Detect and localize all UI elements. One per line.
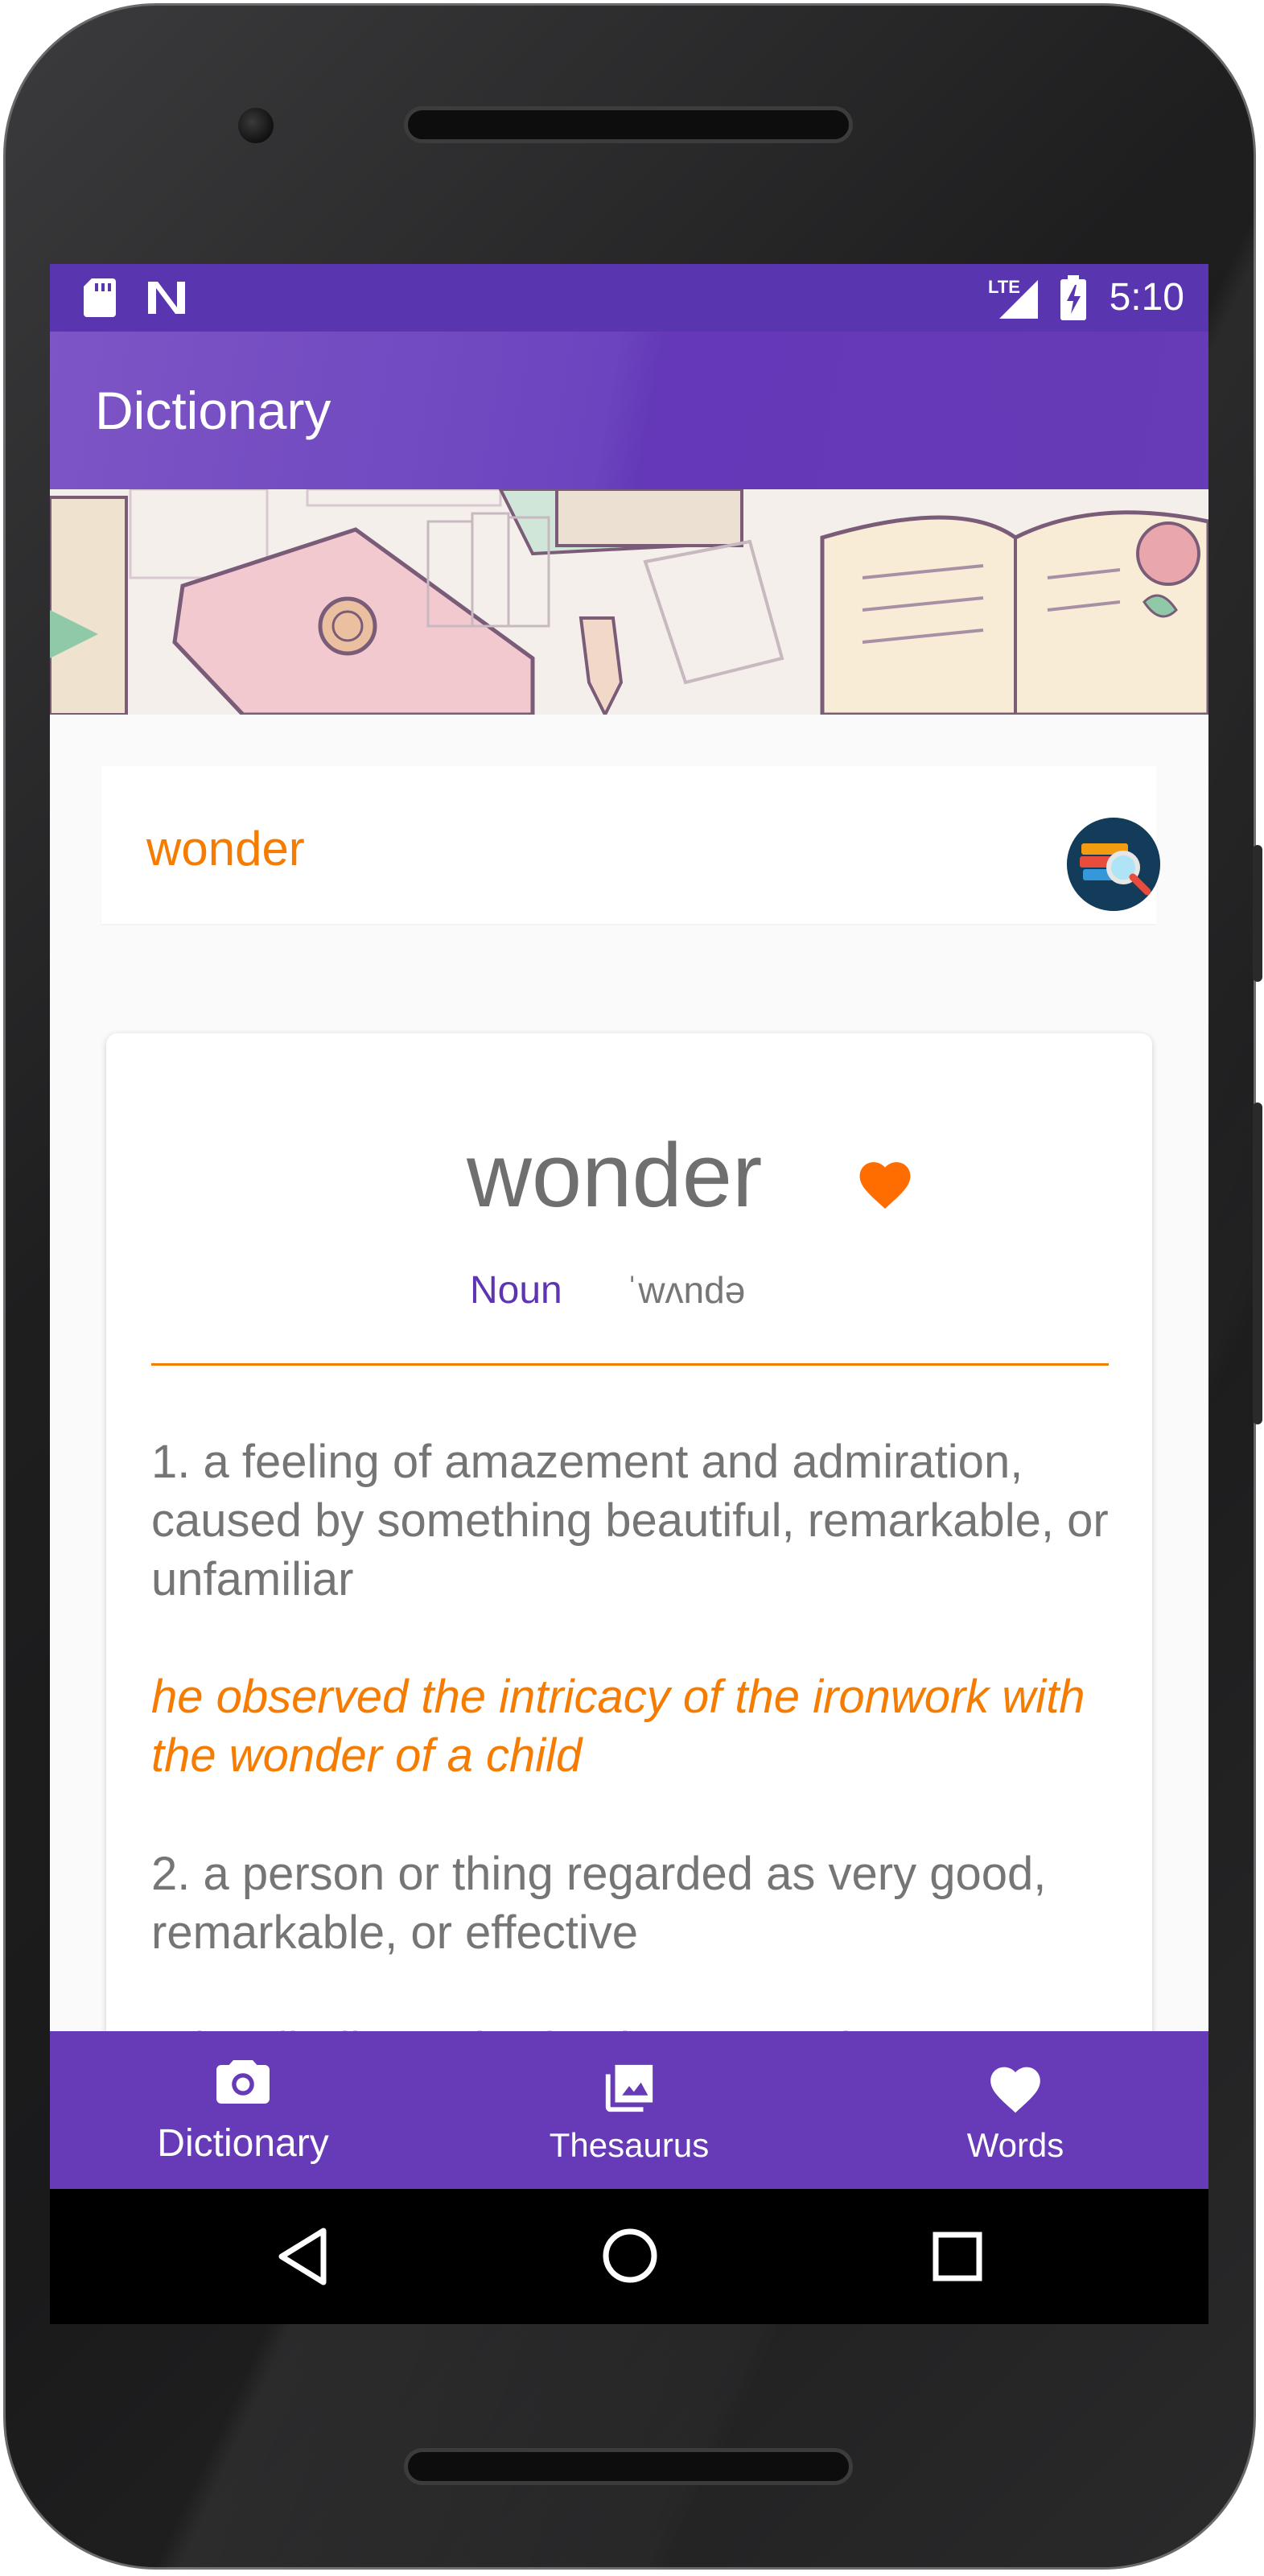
photo-library-icon bbox=[601, 2060, 657, 2121]
definition-example: he observed the intricacy of the ironwor… bbox=[151, 1671, 1085, 1782]
nav-label: Dictionary bbox=[157, 2122, 329, 2165]
recents-icon[interactable] bbox=[932, 2231, 983, 2286]
word-title: wonder bbox=[467, 1125, 763, 1226]
n-notification-icon bbox=[145, 278, 188, 321]
sd-card-icon bbox=[84, 278, 116, 321]
heart-icon[interactable] bbox=[854, 1156, 916, 1213]
part-of-speech: Noun bbox=[470, 1269, 562, 1312]
search-bar bbox=[101, 766, 1160, 924]
nav-label: Words bbox=[966, 2126, 1064, 2164]
status-bar: LTE 5:10 bbox=[50, 264, 1208, 332]
heart-icon bbox=[986, 2060, 1045, 2117]
screen: LTE 5:10 Dictionary wonder wonder Noun ˈ… bbox=[50, 264, 1208, 2324]
app-bar: Dictionary bbox=[50, 332, 1208, 489]
search-input[interactable] bbox=[146, 816, 951, 880]
bottom-navigation: Dictionary Thesaurus Words bbox=[50, 2031, 1208, 2189]
nav-item-thesaurus[interactable]: Thesaurus bbox=[436, 2031, 822, 2189]
nav-label: Thesaurus bbox=[549, 2126, 710, 2164]
app-bar-title: Dictionary bbox=[95, 381, 331, 440]
phonetic: ˈwʌndə bbox=[626, 1269, 746, 1311]
power-button bbox=[1253, 1103, 1262, 1424]
nav-item-words[interactable]: Words bbox=[822, 2031, 1208, 2189]
divider bbox=[151, 1363, 1109, 1366]
definition-text: 2. a person or thing regarded as very go… bbox=[151, 1848, 1047, 1959]
bottom-speaker bbox=[404, 2448, 853, 2485]
home-icon[interactable] bbox=[600, 2226, 660, 2290]
system-navigation-bar bbox=[50, 2189, 1208, 2324]
status-time: 5:10 bbox=[1109, 276, 1184, 319]
earpiece-speaker bbox=[404, 106, 853, 143]
header-banner-image bbox=[50, 489, 1208, 715]
back-icon[interactable] bbox=[275, 2224, 333, 2293]
svg-text:LTE: LTE bbox=[988, 277, 1020, 297]
battery-charging-icon bbox=[1059, 275, 1088, 324]
volume-button bbox=[1253, 845, 1262, 982]
nav-item-dictionary[interactable]: Dictionary bbox=[50, 2031, 436, 2189]
front-camera bbox=[238, 108, 274, 143]
camera-icon bbox=[214, 2055, 272, 2112]
definition-text: 1. a feeling of amazement and admiration… bbox=[151, 1436, 1109, 1605]
book-search-icon[interactable] bbox=[1067, 818, 1160, 911]
lte-signal-icon: LTE bbox=[988, 275, 1041, 324]
